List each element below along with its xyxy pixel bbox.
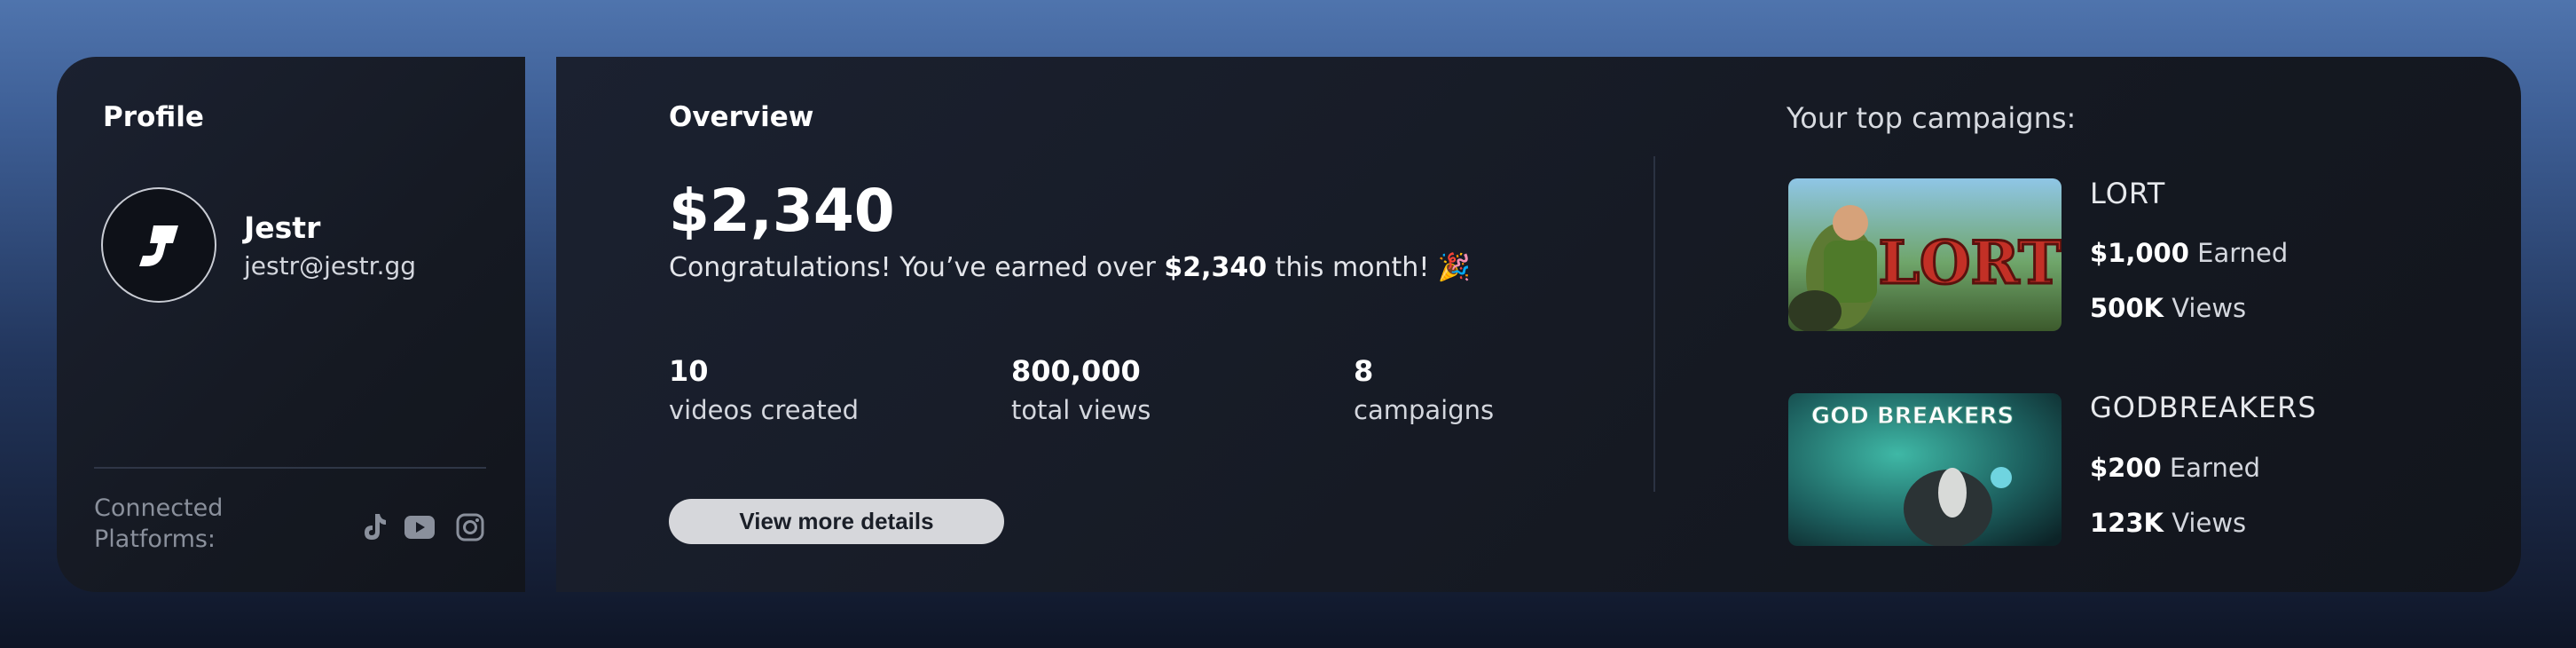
youtube-icon[interactable] <box>402 510 437 545</box>
earned-value: $200 <box>2090 453 2162 483</box>
congrats-suffix: this month! 🎉 <box>1267 252 1472 283</box>
lort-thumbnail[interactable]: LORT <box>1788 178 2062 331</box>
view-more-details-button[interactable]: View more details <box>669 499 1004 544</box>
campaign-earned-godbreakers: $200 Earned <box>2090 453 2260 483</box>
earned-value: $1,000 <box>2090 238 2189 268</box>
total-views-value: 800,000 <box>1011 354 1141 388</box>
godbreakers-thumbnail[interactable]: GOD BREAKERS <box>1788 393 2062 546</box>
profile-email: jestr@jestr.gg <box>244 251 417 281</box>
campaign-name-lort: LORT <box>2090 177 2166 210</box>
views-value: 500K <box>2090 293 2164 323</box>
total-views-label: total views <box>1011 395 1151 425</box>
avatar[interactable] <box>101 187 216 303</box>
campaign-views-godbreakers: 123K Views <box>2090 508 2246 538</box>
campaign-views-lort: 500K Views <box>2090 293 2246 323</box>
videos-created-label: videos created <box>669 395 860 425</box>
views-label: Views <box>2164 293 2247 323</box>
top-campaigns-title: Your top campaigns: <box>1787 101 2077 135</box>
views-value: 123K <box>2090 508 2164 538</box>
connected-platforms-label: Connected Platforms: <box>94 494 224 553</box>
earned-label: Earned <box>2188 238 2289 268</box>
godbreakers-thumb-text: GOD BREAKERS <box>1811 403 2014 430</box>
jestr-logo-icon <box>139 225 178 266</box>
earnings-amount: $2,340 <box>669 177 895 245</box>
campaign-name-godbreakers: GODBREAKERS <box>2090 391 2317 424</box>
videos-created-value: 10 <box>669 354 709 388</box>
instagram-icon[interactable] <box>452 510 488 545</box>
overview-title: Overview <box>669 101 814 133</box>
earned-label: Earned <box>2161 453 2261 483</box>
vertical-divider <box>1653 156 1655 492</box>
campaigns-label: campaigns <box>1354 395 1495 425</box>
profile-title: Profile <box>103 101 204 133</box>
congrats-amount: $2,340 <box>1164 252 1268 283</box>
tiktok-icon[interactable] <box>357 510 392 545</box>
views-label: Views <box>2164 508 2247 538</box>
divider <box>94 467 486 469</box>
congrats-message: Congratulations! You’ve earned over $2,3… <box>669 252 1471 283</box>
lort-thumb-text: LORT <box>1879 228 2062 297</box>
campaign-earned-lort: $1,000 Earned <box>2090 238 2288 268</box>
profile-name: Jestr <box>244 210 321 245</box>
campaigns-value: 8 <box>1354 354 1374 388</box>
congrats-prefix: Congratulations! You’ve earned over <box>669 252 1165 283</box>
